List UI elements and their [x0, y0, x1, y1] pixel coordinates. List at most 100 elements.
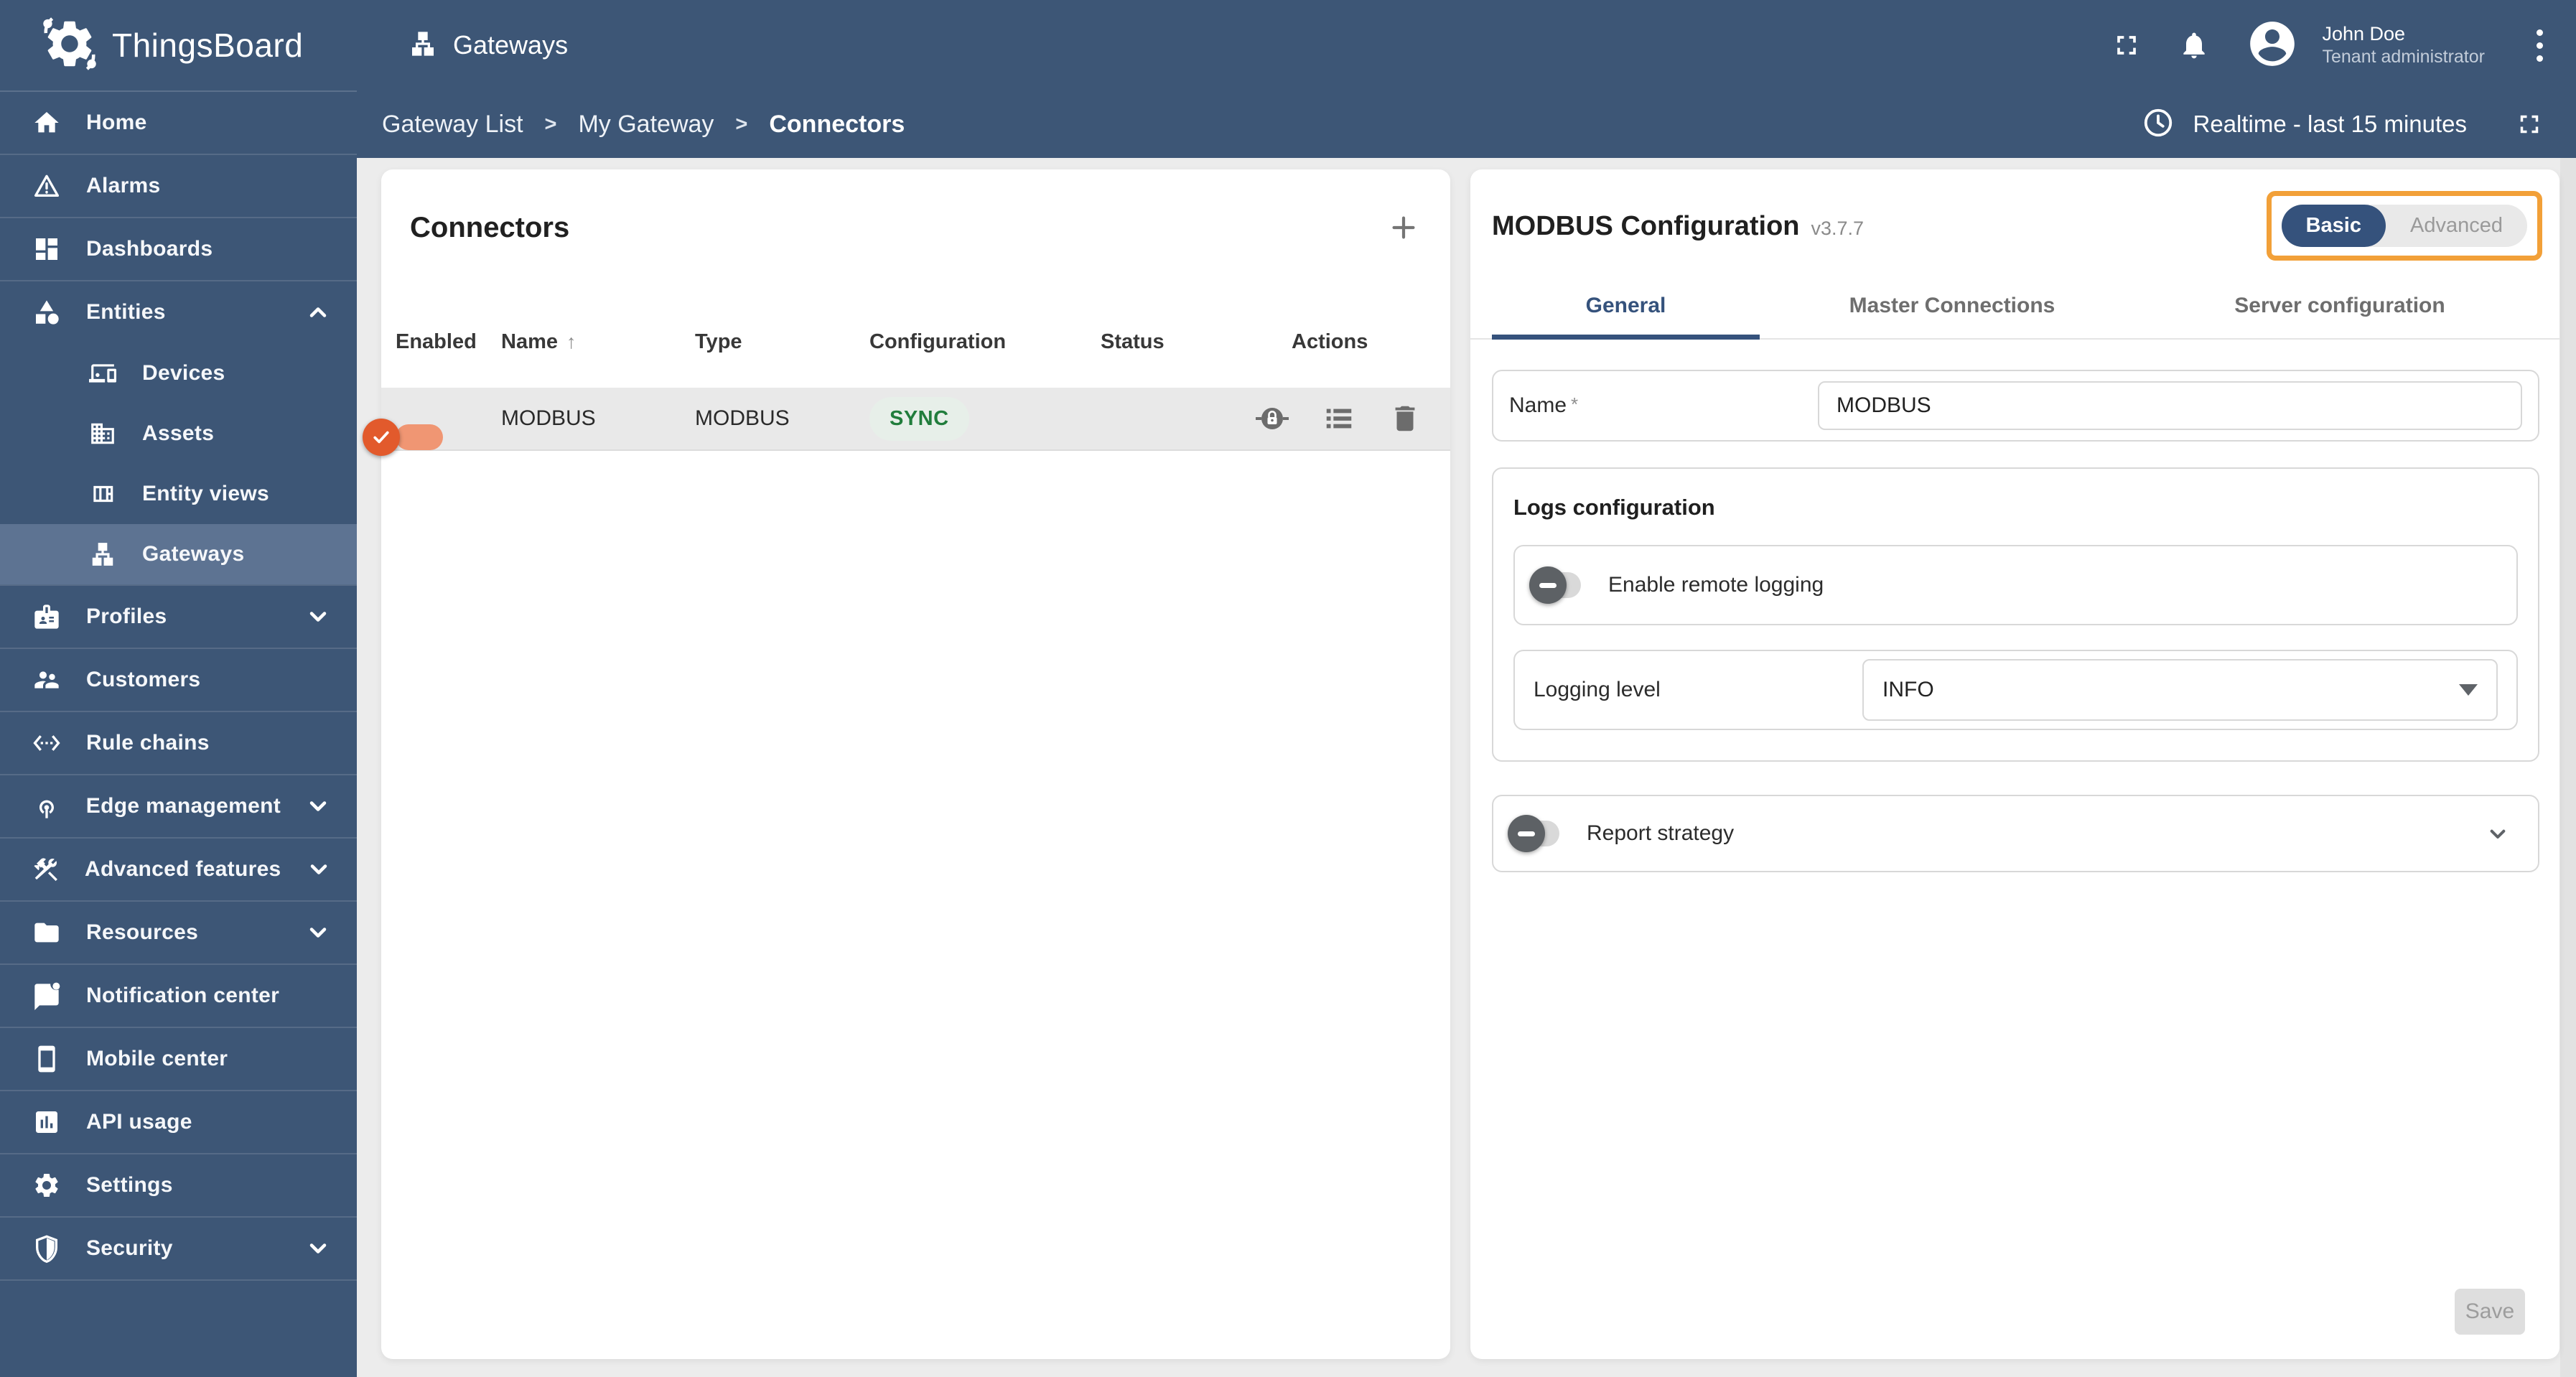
assets-building-icon — [88, 420, 118, 447]
avatar[interactable] — [2246, 17, 2299, 74]
report-strategy-label: Report strategy — [1587, 821, 1735, 845]
edge-tethering-icon — [32, 792, 62, 821]
logging-level-select[interactable]: INFO — [1862, 659, 2498, 721]
config-version: v3.7.7 — [1811, 218, 1865, 239]
sidebar-item-resources[interactable]: Resources — [0, 902, 357, 963]
logs-configuration-section: Logs configuration Enable remote logging… — [1492, 467, 2539, 762]
breadcrumb-connectors: Connectors — [769, 110, 905, 138]
chevron-down-icon — [306, 856, 332, 882]
more-menu-icon[interactable] — [2532, 25, 2547, 66]
breadcrumb-bar: Gateway List > My Gateway > Connectors R… — [0, 90, 2576, 158]
logs-configuration-heading: Logs configuration — [1513, 495, 1715, 520]
scrollbar[interactable] — [2560, 158, 2576, 1377]
save-button[interactable]: Save — [2455, 1289, 2525, 1335]
report-strategy-row: Report strategy — [1492, 795, 2539, 872]
thingsboard-logo-icon — [42, 16, 98, 75]
timewindow[interactable]: Realtime - last 15 minutes — [2142, 106, 2544, 143]
entities-category-icon — [32, 298, 62, 327]
connector-type: MODBUS — [695, 406, 790, 430]
minus-icon — [1508, 815, 1545, 852]
connectors-title: Connectors — [410, 211, 570, 243]
tab-master-connections[interactable]: Master Connections — [1760, 274, 2145, 338]
sidebar-item-devices[interactable]: Devices — [0, 343, 357, 403]
column-type: Type — [695, 330, 742, 353]
logging-level-value: INFO — [1882, 678, 1934, 701]
sidebar-item-alarms[interactable]: Alarms — [0, 155, 357, 217]
sidebar-item-assets[interactable]: Assets — [0, 403, 357, 464]
fullscreen-icon[interactable] — [2111, 29, 2142, 61]
column-actions: Actions — [1292, 330, 1368, 353]
home-icon — [32, 108, 62, 137]
main-content: Connectors Enabled Name ↑ Type Configura… — [357, 158, 2576, 1377]
logging-level-label: Logging level — [1534, 678, 1661, 701]
dashboard-fullscreen-icon[interactable] — [2514, 109, 2544, 139]
breadcrumb-separator: > — [735, 112, 748, 136]
sidebar-item-home[interactable]: Home — [0, 92, 357, 154]
brand-name: ThingsBoard — [112, 27, 304, 64]
breadcrumb: Gateway List > My Gateway > Connectors — [382, 111, 905, 139]
sidebar-item-profiles[interactable]: Profiles — [0, 586, 357, 648]
sidebar-item-api-usage[interactable]: API usage — [0, 1091, 357, 1153]
chevron-down-icon — [305, 604, 331, 630]
gateways-lan-icon — [88, 541, 118, 568]
sidebar-item-security[interactable]: Security — [0, 1218, 357, 1279]
brand[interactable]: ThingsBoard — [0, 16, 357, 75]
tab-general[interactable]: General — [1492, 274, 1760, 338]
delete-icon[interactable] — [1389, 402, 1422, 435]
notifications-bell-icon[interactable] — [2178, 29, 2210, 61]
rpc-lock-icon[interactable] — [1255, 401, 1289, 436]
sidebar-item-dashboards[interactable]: Dashboards — [0, 218, 357, 280]
sort-ascending-icon: ↑ — [566, 330, 577, 353]
column-enabled: Enabled — [396, 330, 477, 353]
chevron-up-icon — [305, 299, 331, 325]
sidebar-item-gateways[interactable]: Gateways — [0, 524, 357, 584]
sidebar-item-entity-views[interactable]: Entity views — [0, 464, 357, 524]
name-field-label: Name * — [1509, 393, 1579, 417]
sidebar-item-notification-center[interactable]: Notification center — [0, 965, 357, 1027]
breadcrumb-my-gateway[interactable]: My Gateway — [578, 111, 714, 139]
mode-toggle: Basic Advanced — [2281, 205, 2527, 247]
active-tab-indicator — [1492, 335, 1760, 340]
row-actions — [1255, 401, 1433, 436]
add-connector-button[interactable] — [1383, 207, 1424, 248]
entity-views-icon — [88, 480, 118, 508]
breadcrumb-gateway-list[interactable]: Gateway List — [382, 111, 523, 139]
sidebar-item-edge-management[interactable]: Edge management — [0, 775, 357, 837]
connector-name: MODBUS — [501, 406, 596, 430]
user-info[interactable]: John Doe Tenant administrator — [2322, 22, 2485, 69]
modbus-config-panel: MODBUS Configuration v3.7.7 Basic Advanc… — [1470, 169, 2559, 1359]
shield-icon — [32, 1234, 62, 1263]
folder-icon — [32, 918, 62, 947]
devices-icon — [88, 360, 118, 387]
mode-basic-button[interactable]: Basic — [2281, 205, 2386, 247]
name-input[interactable] — [1818, 381, 2522, 430]
mode-toggle-highlight: Basic Advanced — [2266, 191, 2542, 261]
sidebar-item-rule-chains[interactable]: Rule chains — [0, 712, 357, 774]
sidebar-item-settings[interactable]: Settings — [0, 1154, 357, 1216]
configuration-sync-badge: SYNC — [869, 396, 969, 441]
sidebar-item-mobile-center[interactable]: Mobile center — [0, 1028, 357, 1090]
dropdown-arrow-icon — [2459, 684, 2478, 696]
smartphone-icon — [32, 1045, 62, 1073]
mode-advanced-button[interactable]: Advanced — [2386, 205, 2527, 247]
report-strategy-toggle[interactable] — [1508, 815, 1559, 852]
sidebar-item-entities[interactable]: Entities — [0, 281, 357, 343]
logs-list-icon[interactable] — [1322, 402, 1355, 435]
page-title: Gateways — [409, 29, 568, 62]
tab-server-configuration[interactable]: Server configuration — [2145, 274, 2535, 338]
column-status: Status — [1101, 330, 1165, 353]
api-usage-chart-icon — [32, 1108, 62, 1136]
clock-icon — [2142, 106, 2175, 143]
config-tabs: General Master Connections Server config… — [1470, 274, 2559, 340]
sidebar-item-advanced-features[interactable]: Advanced features — [0, 839, 357, 900]
remote-logging-row: Enable remote logging — [1513, 545, 2518, 625]
table-row[interactable]: MODBUS MODBUS SYNC — [363, 388, 1450, 456]
expand-chevron-down-icon[interactable] — [2483, 819, 2512, 848]
profiles-badge-icon — [32, 602, 62, 631]
alarm-warning-icon — [32, 172, 62, 200]
chevron-down-icon — [305, 1236, 331, 1261]
column-name[interactable]: Name ↑ — [501, 330, 695, 354]
logging-level-row: Logging level INFO — [1513, 650, 2518, 730]
remote-logging-toggle[interactable] — [1529, 566, 1581, 604]
sidebar-item-customers[interactable]: Customers — [0, 649, 357, 711]
